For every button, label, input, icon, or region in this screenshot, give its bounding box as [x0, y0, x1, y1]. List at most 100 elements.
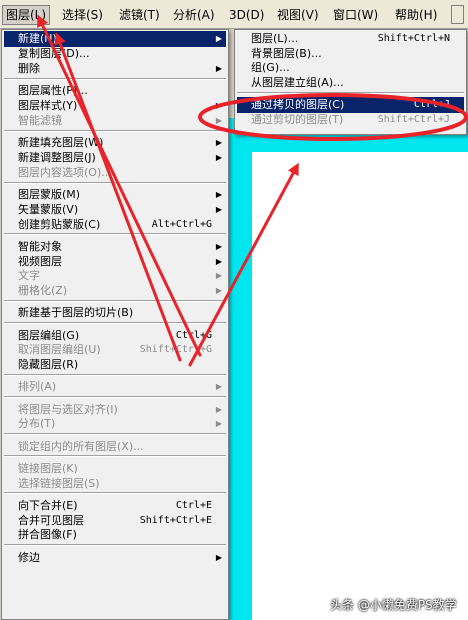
- new-submenu-item-label: 组(G)...: [251, 61, 290, 75]
- submenu-arrow-icon: ▶: [215, 382, 222, 392]
- layer-menu-separator: [4, 233, 226, 236]
- layer-menu-separator: [4, 544, 226, 547]
- menu-3d[interactable]: 3D(D): [226, 6, 267, 24]
- layer-menu-item: 锁定组内的所有图层(X)...: [4, 439, 226, 455]
- new-submenu: 图层(L)... Shift+Ctrl+N 背景图层(B)... 组(G)... 从图层…: [234, 29, 467, 135]
- document-canvas: [252, 152, 468, 620]
- new-submenu-item[interactable]: 图层(L)... Shift+Ctrl+N: [237, 31, 464, 47]
- layer-menu-item-shortcut: Alt+Ctrl+G: [151, 218, 212, 230]
- layer-menu-separator: [4, 129, 226, 132]
- layer-menu: 新建(N) ▶ 复制图层(D)... 删除 ▶ 图层属性(P)... 图层样式(Y) ▶ 智能滤…: [1, 29, 229, 620]
- layer-menu-item-label: 图层编组(G): [18, 328, 80, 342]
- menu-view[interactable]: 视图(V): [274, 6, 322, 24]
- layer-menu-item[interactable]: 智能对象 ▶: [4, 239, 226, 255]
- new-submenu-item-label: 通过拷贝的图层(C): [251, 98, 345, 112]
- menu-layer[interactable]: 图层(L): [2, 5, 51, 25]
- layer-menu-item[interactable]: 图层蒙版(M) ▶: [4, 187, 226, 203]
- layer-menu-item: 栅格化(Z) ▶: [4, 283, 226, 299]
- new-submenu-item[interactable]: 背景图层(B)...: [237, 46, 464, 62]
- layer-menu-item[interactable]: 修边 ▶: [4, 550, 226, 566]
- layer-menu-item-label: 合并可见图层: [18, 513, 84, 527]
- new-submenu-item-label: 图层(L)...: [251, 32, 299, 45]
- menu-analysis[interactable]: 分析(A): [170, 6, 218, 24]
- layer-menu-separator: [4, 77, 226, 80]
- layer-menu-item-label: 视频图层: [18, 254, 62, 268]
- menu-help[interactable]: 帮助(H): [392, 6, 440, 24]
- layer-menu-item-label: 排列(A): [18, 380, 57, 394]
- new-submenu-item[interactable]: 从图层建立组(A)...: [237, 75, 464, 91]
- new-submenu-item: 通过剪切的图层(T) Shift+Ctrl+J: [237, 112, 464, 128]
- menu-select[interactable]: 选择(S): [59, 6, 106, 24]
- layer-menu-item-label: 图层蒙版(M): [18, 187, 81, 201]
- layer-menu-item: 分布(T) ▶: [4, 416, 226, 432]
- layer-menu-item-label: 隐藏图层(R): [18, 358, 79, 372]
- layer-menu-item: 文字 ▶: [4, 268, 226, 284]
- layer-menu-item-label: 新建调整图层(J): [18, 150, 96, 164]
- layer-menu-item[interactable]: 复制图层(D)...: [4, 46, 226, 62]
- layer-menu-item[interactable]: 拼合图像(F): [4, 527, 226, 543]
- submenu-arrow-icon: ▶: [215, 63, 222, 73]
- layer-menu-separator: [4, 181, 226, 184]
- layer-menu-item[interactable]: 向下合并(E) Ctrl+E: [4, 498, 226, 514]
- layer-menu-item[interactable]: 矢量蒙版(V) ▶: [4, 202, 226, 218]
- layer-menu-item: 链接图层(K): [4, 461, 226, 477]
- layer-menu-item-label: 图层属性(P)...: [18, 83, 88, 97]
- submenu-arrow-icon: ▶: [215, 286, 222, 296]
- submenu-arrow-icon: ▶: [215, 189, 222, 199]
- submenu-arrow-icon: ▶: [215, 34, 222, 43]
- layer-menu-item-label: 栅格化(Z): [18, 284, 68, 298]
- layer-menu-item-label: 修边: [18, 550, 40, 564]
- submenu-arrow-icon: ▶: [215, 115, 222, 125]
- watermark: 头条 @小懒免费PS教学: [330, 598, 457, 612]
- menu-bar: 图层(L) 选择(S) 滤镜(T) 分析(A) 3D(D) 视图(V) 窗口(W…: [0, 0, 468, 29]
- menubar-overflow-handle[interactable]: [451, 5, 464, 24]
- layer-menu-item-label: 将图层与选区对齐(I): [18, 402, 118, 416]
- layer-menu-item[interactable]: 图层属性(P)...: [4, 83, 226, 99]
- layer-menu-item-label: 锁定组内的所有图层(X)...: [18, 439, 144, 453]
- layer-menu-item-label: 向下合并(E): [18, 498, 78, 512]
- layer-menu-item[interactable]: 视频图层 ▶: [4, 254, 226, 270]
- new-submenu-item-label: 背景图层(B)...: [251, 46, 322, 60]
- layer-menu-separator: [4, 455, 226, 458]
- layer-menu-item[interactable]: 合并可见图层 Shift+Ctrl+E: [4, 513, 226, 529]
- submenu-arrow-icon: ▶: [215, 271, 222, 281]
- new-submenu-item-shortcut: Shift+Ctrl+N: [377, 33, 450, 44]
- layer-menu-item-label: 复制图层(D)...: [18, 46, 90, 60]
- layer-menu-item[interactable]: 新建填充图层(W) ▶: [4, 135, 226, 151]
- submenu-arrow-icon: ▶: [215, 152, 222, 162]
- layer-menu-item: 排列(A) ▶: [4, 379, 226, 395]
- layer-menu-separator: [4, 492, 226, 495]
- layer-menu-item[interactable]: 隐藏图层(R): [4, 357, 226, 373]
- layer-menu-item-label: 图层内容选项(O)...: [18, 165, 112, 179]
- new-submenu-item-label: 从图层建立组(A)...: [251, 75, 344, 89]
- new-submenu-separator: [237, 92, 464, 95]
- layer-menu-separator: [4, 322, 226, 325]
- layer-menu-item[interactable]: 新建调整图层(J) ▶: [4, 150, 226, 166]
- new-submenu-item-label: 通过剪切的图层(T): [251, 113, 344, 126]
- submenu-arrow-icon: ▶: [215, 204, 222, 214]
- layer-menu-item-label: 取消图层编组(U): [18, 343, 101, 357]
- layer-menu-item-label: 新建(N): [18, 32, 57, 45]
- layer-menu-item: 图层内容选项(O)...: [4, 165, 226, 181]
- new-submenu-item[interactable]: 组(G)...: [237, 60, 464, 76]
- layer-menu-item: 智能滤镜 ▶: [4, 113, 226, 129]
- layer-menu-item-label: 矢量蒙版(V): [18, 202, 79, 216]
- layer-menu-item: 选择链接图层(S): [4, 476, 226, 492]
- menu-filter[interactable]: 滤镜(T): [116, 6, 163, 24]
- layer-menu-item[interactable]: 图层编组(G) Ctrl+G: [4, 328, 226, 344]
- layer-menu-item[interactable]: 删除 ▶: [4, 61, 226, 77]
- layer-menu-item[interactable]: 图层样式(Y) ▶: [4, 98, 226, 114]
- new-submenu-item[interactable]: 通过拷贝的图层(C) Ctrl+J: [237, 97, 464, 114]
- submenu-arrow-icon: ▶: [215, 137, 222, 147]
- layer-menu-item-label: 创建剪贴蒙版(C): [18, 217, 101, 231]
- layer-menu-item: 将图层与选区对齐(I) ▶: [4, 402, 226, 418]
- submenu-arrow-icon: ▶: [215, 552, 222, 562]
- layer-menu-item-shortcut: Shift+Ctrl+G: [139, 344, 212, 356]
- layer-menu-item-label: 链接图层(K): [18, 461, 78, 475]
- layer-menu-item[interactable]: 新建基于图层的切片(B): [4, 305, 226, 321]
- layer-menu-item-label: 智能对象: [18, 239, 62, 253]
- layer-menu-item[interactable]: 创建剪贴蒙版(C) Alt+Ctrl+G: [4, 217, 226, 233]
- layer-menu-item[interactable]: 新建(N) ▶: [4, 31, 226, 47]
- menu-window[interactable]: 窗口(W): [330, 6, 381, 24]
- layer-menu-item-label: 新建填充图层(W): [18, 135, 104, 149]
